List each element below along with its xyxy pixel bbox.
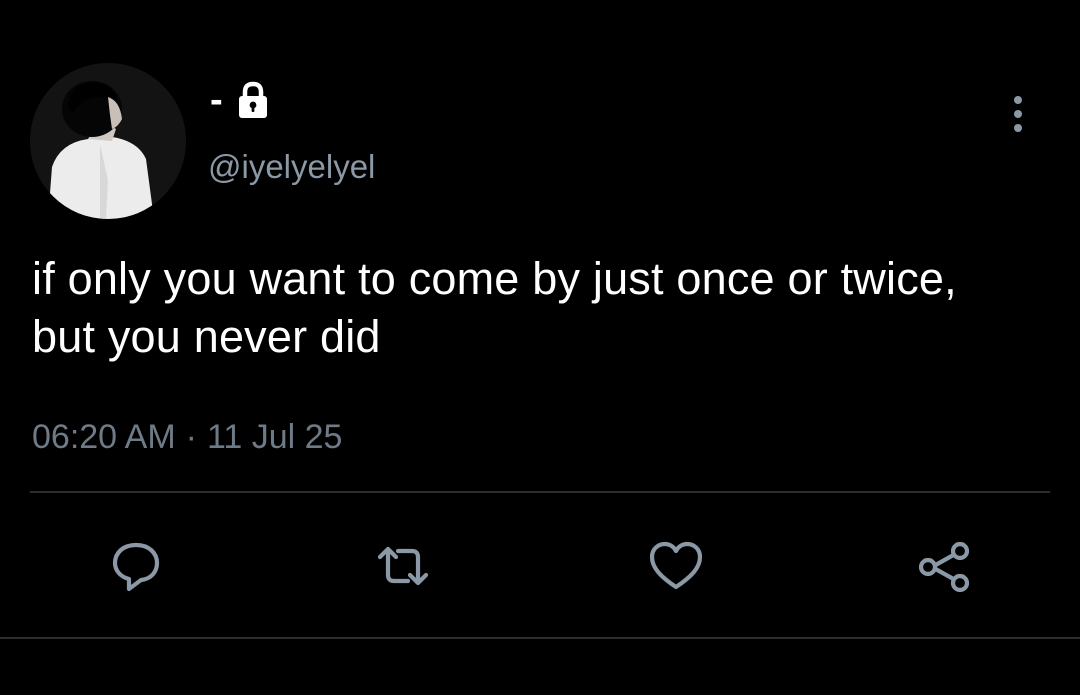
tweet-card: - @iyelyelyel if only you want to come b… [0,0,1080,695]
retweet-arrows-icon [377,546,429,586]
tweet-time: 06:20 AM [32,418,176,456]
more-dot-icon [1014,110,1022,118]
divider [0,637,1080,639]
display-name[interactable]: - [210,81,223,119]
more-options-button[interactable] [1002,92,1034,136]
share-button[interactable] [915,536,975,596]
speech-bubble-icon [112,542,160,592]
heart-icon [649,541,703,590]
more-dot-icon [1014,96,1022,104]
divider [30,491,1050,493]
reply-button[interactable] [106,536,166,596]
like-button[interactable] [646,536,706,596]
lock-icon [238,81,267,118]
retweet-button[interactable] [373,536,433,596]
tweet-text: if only you want to come by just once or… [32,253,957,362]
tweet-date: 11 Jul 25 [206,418,343,456]
more-dot-icon [1014,124,1022,132]
display-name-row: - [210,78,273,122]
user-handle[interactable]: @iyelyelyel [208,150,375,183]
meta-separator: · [185,418,197,456]
tweet-timestamp[interactable]: 06:20 AM · 11 Jul 25 [32,415,342,459]
profile-photo [30,63,186,219]
avatar[interactable] [30,63,186,219]
share-nodes-icon [918,541,970,593]
